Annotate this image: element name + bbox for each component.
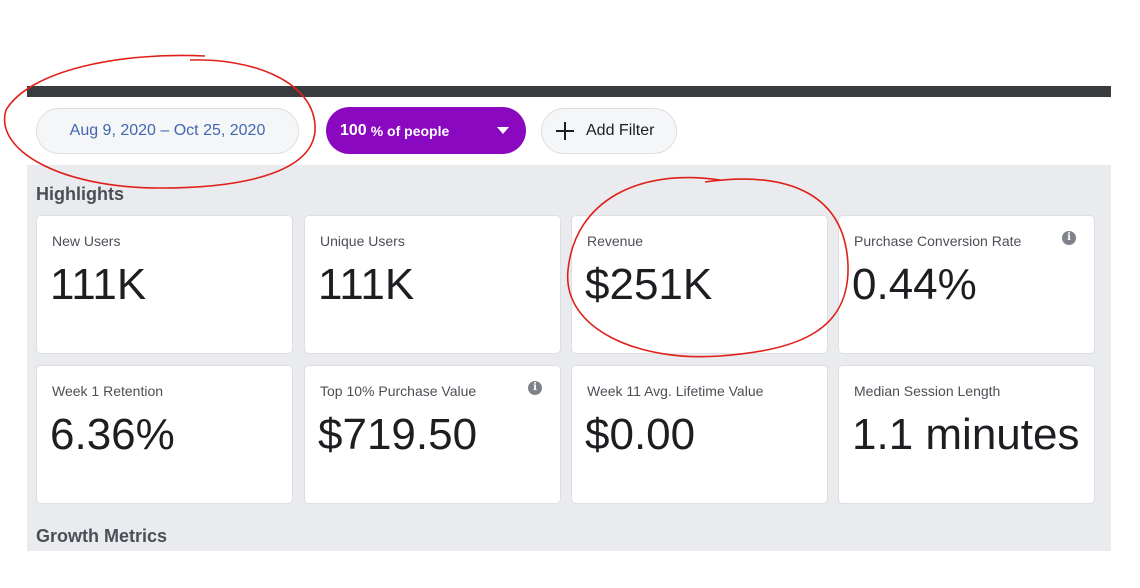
metric-label: Purchase Conversion Rate [854,233,1022,249]
metric-value: $0.00 [585,410,696,459]
metric-value: $719.50 [318,410,478,459]
metric-label: Top 10% Purchase Value [320,383,477,399]
highlights-heading: Highlights [36,184,124,204]
top-header-bar [27,86,1111,97]
metric-value: 111K [318,260,415,309]
chevron-down-icon [497,127,509,134]
metric-label: Median Session Length [854,383,1001,399]
metric-value: 111K [50,260,147,309]
metric-card-lifetime-value[interactable]: Week 11 Avg. Lifetime Value $0.00 [571,365,828,504]
metric-label: New Users [52,233,121,249]
metric-label: Week 11 Avg. Lifetime Value [587,383,764,399]
metric-label: Week 1 Retention [52,383,164,399]
metric-card-revenue[interactable]: Revenue $251K [571,215,828,354]
metric-label: Revenue [587,233,644,249]
metric-card-purchase-conversion-rate[interactable]: Purchase Conversion Rate i 0.44% [838,215,1095,354]
metric-label: Unique Users [320,233,405,249]
metric-value: 6.36% [50,410,175,459]
info-icon[interactable]: i [528,381,542,395]
metric-card-unique-users[interactable]: Unique Users 111K [304,215,561,354]
info-icon[interactable]: i [1062,231,1076,245]
plus-icon [556,122,574,140]
metric-card-top-purchase-value[interactable]: Top 10% Purchase Value i $719.50 [304,365,561,504]
growth-metrics-heading: Growth Metrics [36,526,168,546]
filter-toolbar: Aug 9, 2020 – Oct 25, 2020 100 % of peop… [27,97,1111,165]
metric-card-week1-retention[interactable]: Week 1 Retention 6.36% [36,365,293,504]
metric-card-new-users[interactable]: New Users 111K [36,215,293,354]
metric-card-median-session-length[interactable]: Median Session Length 1.1 minutes [838,365,1095,504]
people-percent-dropdown[interactable]: 100 % of people [326,107,526,154]
metric-value: 0.44% [852,260,977,309]
metric-value: 1.1 minutes [852,410,1080,459]
highlights-panel: Highlights New Users 111K Unique Users 1… [27,165,1111,551]
add-filter-button[interactable]: Add Filter [541,108,677,154]
date-range-label: Aug 9, 2020 – Oct 25, 2020 [69,122,266,139]
add-filter-label: Add Filter [586,122,655,139]
people-percent-suffix: % of people [370,122,450,139]
metric-value: $251K [585,260,713,309]
people-percent-value: 100 [340,121,367,139]
date-range-button[interactable]: Aug 9, 2020 – Oct 25, 2020 [36,108,299,154]
